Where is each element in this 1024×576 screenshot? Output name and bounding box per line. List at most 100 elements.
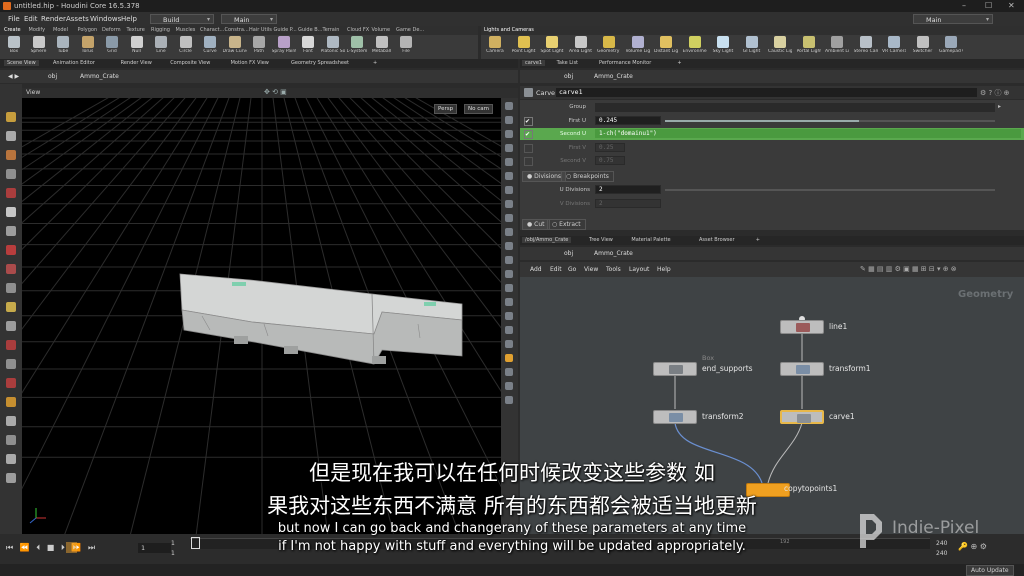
- viewer-tool-icon[interactable]: [6, 112, 16, 122]
- display-option-icon[interactable]: [505, 298, 513, 306]
- node-transform2[interactable]: [653, 410, 697, 424]
- network-tool-icons[interactable]: ✎ ▦ ▤ ▥ ⚙ ▣ ▦ ⊞ ⊟ ▾ ⊕ ⊗: [860, 265, 957, 273]
- tool-sky-light[interactable]: Sky Light: [711, 36, 735, 54]
- node-carve1[interactable]: [780, 410, 824, 424]
- display-option-icon[interactable]: [505, 340, 513, 348]
- tool-spray-paint[interactable]: Spray Paint: [272, 36, 296, 54]
- display-toggle-icons[interactable]: ✥ ⟲ ▣: [264, 88, 287, 96]
- cut-radio[interactable]: ● Cut: [522, 219, 550, 230]
- tab-polygon[interactable]: Polygon: [78, 27, 98, 33]
- main-desktop-select[interactable]: Main: [221, 14, 277, 25]
- pane-tab-scene-view[interactable]: Scene View: [4, 60, 39, 66]
- viewer-tool-icon[interactable]: [6, 207, 16, 217]
- tool-torus[interactable]: Torus: [76, 36, 100, 54]
- u-divisions-field[interactable]: 2: [595, 185, 661, 194]
- divisions-radio[interactable]: ● Divisions: [522, 171, 567, 182]
- tab-texture[interactable]: Texture: [127, 27, 145, 33]
- u-divisions-slider[interactable]: [665, 189, 995, 191]
- tab-lights-and-cameras[interactable]: Lights and Cameras: [484, 27, 534, 33]
- viewer-tool-icon[interactable]: [6, 226, 16, 236]
- pane-tab-asset-browser[interactable]: Asset Browser: [696, 237, 738, 243]
- tool-font[interactable]: Font: [296, 36, 320, 54]
- display-option-icon[interactable]: [505, 396, 513, 404]
- tab-cloud-fx[interactable]: Cloud FX: [347, 27, 369, 33]
- minimize-button[interactable]: –: [962, 1, 966, 10]
- menu-help[interactable]: Help: [121, 15, 137, 23]
- pane-tab-obj-ammo-crate[interactable]: /obj/Ammo_Crate: [522, 237, 572, 243]
- viewer-tool-icon[interactable]: [6, 397, 16, 407]
- param-crumb-ammo-crate[interactable]: Ammo_Crate: [594, 73, 633, 80]
- tool-spot-light[interactable]: Spot Light: [540, 36, 564, 54]
- pane-tab-performance-monitor[interactable]: Performance Monitor: [596, 60, 654, 66]
- add-tab-icon[interactable]: +: [674, 60, 684, 66]
- menu-edit[interactable]: Edit: [24, 15, 38, 23]
- node-name-field[interactable]: carve1: [556, 88, 977, 97]
- tool-volume-light[interactable]: Volume Light: [626, 36, 650, 54]
- display-option-icon[interactable]: [505, 354, 513, 362]
- tool-curve[interactable]: Curve: [198, 36, 222, 54]
- tab-rigging[interactable]: Rigging: [151, 27, 170, 33]
- viewer-crumb-obj[interactable]: obj: [48, 73, 57, 80]
- tab-terrain[interactable]: Terrain: [323, 27, 340, 33]
- maximize-button[interactable]: ☐: [985, 1, 992, 10]
- network-menu-tools[interactable]: Tools: [606, 266, 621, 273]
- viewer-tool-icon[interactable]: [6, 264, 16, 274]
- network-menu-help[interactable]: Help: [657, 266, 671, 273]
- display-option-icon[interactable]: [505, 312, 513, 320]
- menu-render[interactable]: Render: [41, 15, 66, 23]
- tab-deform[interactable]: Deform: [102, 27, 121, 33]
- second-v-field[interactable]: 0.75: [595, 156, 625, 165]
- tool-sphere[interactable]: Sphere: [27, 36, 51, 54]
- add-tab-icon[interactable]: +: [370, 60, 380, 66]
- node-line1[interactable]: [780, 320, 824, 334]
- viewer-tool-icon[interactable]: [6, 359, 16, 369]
- network-crumb-obj[interactable]: obj: [564, 250, 573, 257]
- display-option-icon[interactable]: [505, 382, 513, 390]
- display-option-icon[interactable]: [505, 284, 513, 292]
- pane-tab-tree-view[interactable]: Tree View: [586, 237, 616, 243]
- display-option-icon[interactable]: [505, 130, 513, 138]
- viewer-tool-icon[interactable]: [6, 302, 16, 312]
- node-transform1[interactable]: [780, 362, 824, 376]
- tool-null[interactable]: Null: [125, 36, 149, 54]
- tab-game-de[interactable]: Game De...: [396, 27, 424, 33]
- tool-point-light[interactable]: Point Light: [512, 36, 536, 54]
- tool-metaball[interactable]: Metaball: [370, 36, 394, 54]
- tool-circle[interactable]: Circle: [174, 36, 198, 54]
- tab-create[interactable]: Create: [4, 27, 21, 33]
- tool-box[interactable]: Box: [2, 36, 26, 54]
- param-header-icons[interactable]: ⚙ ? ⓘ ⊕: [980, 88, 1010, 98]
- pane-tab-take-list[interactable]: Take List: [554, 60, 581, 66]
- tab-model[interactable]: Model: [53, 27, 68, 33]
- tool-tube[interactable]: Tube: [51, 36, 75, 54]
- display-option-icon[interactable]: [505, 158, 513, 166]
- tab-muscles[interactable]: Muscles: [176, 27, 196, 33]
- breakpoints-radio[interactable]: ○ Breakpoints: [561, 171, 614, 182]
- tab-hair-utils[interactable]: Hair Utils: [249, 27, 272, 33]
- auto-update-menu[interactable]: Auto Update: [966, 565, 1014, 576]
- viewer-tool-icon[interactable]: [6, 245, 16, 255]
- second-u-expression[interactable]: 1-ch("domainu1"): [595, 129, 1021, 138]
- viewer-tool-icon[interactable]: [6, 321, 16, 331]
- tab-volume[interactable]: Volume: [372, 27, 391, 33]
- pane-tab-geometry-spreadsheet[interactable]: Geometry Spreadsheet: [288, 60, 352, 66]
- tool-distant-light[interactable]: Distant Light: [654, 36, 678, 54]
- tool-vr-camera[interactable]: VR Camera: [882, 36, 906, 54]
- close-button[interactable]: ✕: [1008, 1, 1015, 10]
- tool-stereo-camera[interactable]: Stereo Camera: [854, 36, 878, 54]
- build-desktop-select[interactable]: Build: [150, 14, 214, 25]
- viewer-tool-icon[interactable]: [6, 416, 16, 426]
- tool-switcher[interactable]: Switcher: [911, 36, 935, 54]
- display-option-icon[interactable]: [505, 186, 513, 194]
- viewer-tool-icon[interactable]: [6, 378, 16, 388]
- viewer-tool-icon[interactable]: [6, 188, 16, 198]
- display-option-icon[interactable]: [505, 270, 513, 278]
- pane-tab-motion-fx-view[interactable]: Motion FX View: [228, 60, 272, 66]
- tab-constra[interactable]: Constra...: [225, 27, 249, 33]
- tool-environment-light[interactable]: Environment Light: [683, 36, 707, 54]
- group-dropdown-icon[interactable]: ▸: [998, 103, 1001, 110]
- tool-gi-light[interactable]: GI Light: [740, 36, 764, 54]
- viewer-tool-icon[interactable]: [6, 435, 16, 445]
- first-u-slider[interactable]: [665, 120, 995, 122]
- camera-menu[interactable]: No cam: [464, 104, 493, 114]
